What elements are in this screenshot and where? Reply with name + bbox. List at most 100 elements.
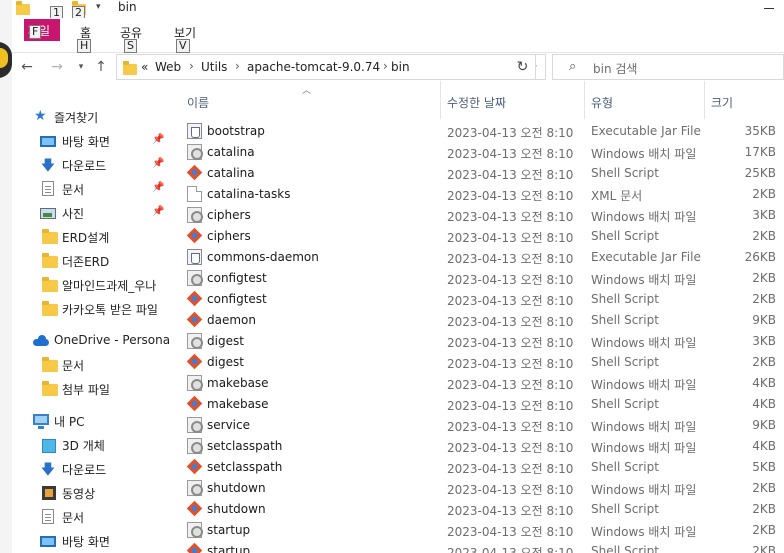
up-arrow-icon[interactable]: ↑ [92, 57, 110, 77]
quick-access-dropdown-icon[interactable]: ▾ [96, 2, 101, 12]
file-date: 2023-04-13 오전 8:10 [447, 378, 574, 392]
nav-folder-erd[interactable]: ERD설계 [12, 225, 170, 249]
breadcrumb-overflow[interactable]: « [141, 60, 148, 74]
keytip-home: H [77, 39, 92, 53]
nav-pc-desktop[interactable]: 바탕 화면 [12, 529, 170, 553]
file-row[interactable]: startup 2023-04-13 오전 8:10 Shell Script 2KB [170, 540, 784, 553]
address-bar[interactable]: « Web › Utils › apache-tomcat-9.0.74 › b… [116, 54, 546, 80]
nav-videos[interactable]: 동영상 [12, 481, 170, 505]
nav-onedrive-attachments[interactable]: 첨부 파일 [12, 377, 170, 401]
file-row[interactable]: startup 2023-04-13 오전 8:10 Windows 배치 파일 2K… [170, 519, 784, 540]
column-header-name[interactable]: ︿ 이름 [170, 81, 440, 119]
nav-pictures-pinned[interactable]: 사진 📌 [12, 201, 170, 225]
breadcrumb-separator[interactable]: › [383, 59, 388, 73]
column-header-size[interactable]: 크기 [704, 81, 784, 119]
batch-file-icon [187, 480, 203, 496]
quick-access-folder-icon[interactable] [16, 1, 30, 15]
recent-locations-chevron-icon[interactable]: ▾ [72, 57, 90, 77]
nav-label: 문서 [62, 183, 85, 197]
nav-desktop-pinned[interactable]: 바탕 화면 📌 [12, 129, 170, 153]
file-name: setclasspath [207, 439, 283, 453]
navigation-pane: ★ 즐겨찾기 바탕 화면 📌 🡇 다운로드 📌 문서 📌 사진 📌 ERD설계 … [12, 81, 170, 553]
nav-onedrive[interactable]: OneDrive - Personal [12, 329, 170, 353]
file-row[interactable]: configtest 2023-04-13 오전 8:10 Shell Script… [170, 288, 784, 309]
nav-label: OneDrive - Personal [54, 333, 170, 347]
column-header-date[interactable]: 수정한 날짜 [440, 81, 584, 119]
file-row[interactable]: setclasspath 2023-04-13 오전 8:10 Windows 배치… [170, 435, 784, 456]
file-type: Shell Script [591, 229, 659, 243]
background-window-edge [0, 0, 12, 553]
forward-arrow-icon[interactable]: → [48, 57, 66, 77]
file-row[interactable]: shutdown 2023-04-13 오전 8:10 Shell Script 2K… [170, 498, 784, 519]
file-size: 35KB [744, 124, 776, 138]
file-name: ciphers [207, 208, 251, 222]
nav-pc-downloads[interactable]: 🡇 다운로드 [12, 457, 170, 481]
nav-label: 카카오톡 받은 파일 [62, 303, 158, 317]
breadcrumb-bin[interactable]: bin [391, 60, 410, 74]
file-row[interactable]: ciphers 2023-04-13 오전 8:10 Shell Script 2KB [170, 225, 784, 246]
file-name: commons-daemon [207, 250, 319, 264]
pin-icon[interactable]: 📌 [152, 158, 164, 169]
file-row[interactable]: makebase 2023-04-13 오전 8:10 Windows 배치 파일 4… [170, 372, 784, 393]
file-name: shutdown [207, 502, 266, 516]
nav-documents-pinned[interactable]: 문서 📌 [12, 177, 170, 201]
nav-downloads-pinned[interactable]: 🡇 다운로드 📌 [12, 153, 170, 177]
breadcrumb-tomcat[interactable]: apache-tomcat-9.0.74 [247, 60, 380, 74]
batch-file-icon [187, 144, 203, 160]
file-name: makebase [207, 376, 269, 390]
file-row[interactable]: catalina 2023-04-13 오전 8:10 Shell Script 25… [170, 162, 784, 183]
nav-this-pc[interactable]: 내 PC [12, 409, 170, 433]
file-row[interactable]: digest 2023-04-13 오전 8:10 Windows 배치 파일 3KB [170, 330, 784, 351]
batch-file-icon [187, 522, 203, 538]
ribbon: 파일 F 홈 H 공유 S 보기 V [12, 18, 784, 53]
file-date: 2023-04-13 오전 8:10 [447, 231, 574, 245]
file-size: 2KB [752, 502, 776, 516]
breadcrumb-web[interactable]: Web [155, 60, 181, 74]
file-size: 26KB [744, 250, 776, 264]
file-row[interactable]: daemon 2023-04-13 오전 8:10 Shell Script 9KB [170, 309, 784, 330]
file-row[interactable]: configtest 2023-04-13 오전 8:10 Windows 배치 파… [170, 267, 784, 288]
minimize-icon[interactable] [764, 8, 774, 9]
file-row[interactable]: commons-daemon 2023-04-13 오전 8:10 Executab… [170, 246, 784, 267]
file-type: XML 문서 [591, 189, 643, 203]
file-row[interactable]: service 2023-04-13 오전 8:10 Windows 배치 파일 9K… [170, 414, 784, 435]
nav-quick-access[interactable]: ★ 즐겨찾기 [12, 105, 170, 129]
nav-folder-almind[interactable]: 알마인드과제_우나 [12, 273, 170, 297]
search-box[interactable]: ⌕ bin 검색 [552, 54, 784, 80]
pin-icon[interactable]: 📌 [152, 134, 164, 145]
breadcrumb-separator[interactable]: › [235, 59, 240, 73]
nav-label: 문서 [62, 359, 85, 373]
nav-pc-documents[interactable]: 문서 [12, 505, 170, 529]
file-row[interactable]: catalina 2023-04-13 오전 8:10 Windows 배치 파일 1… [170, 141, 784, 162]
star-icon: ★ [34, 108, 47, 124]
shell-script-icon [187, 501, 202, 517]
file-row[interactable]: makebase 2023-04-13 오전 8:10 Shell Script 4K… [170, 393, 784, 414]
nav-folder-kakaotalk[interactable]: 카카오톡 받은 파일 [12, 297, 170, 321]
pin-icon[interactable]: 📌 [152, 206, 164, 217]
pin-icon[interactable]: 📌 [152, 182, 164, 193]
file-row[interactable]: setclasspath 2023-04-13 오전 8:10 Shell Scri… [170, 456, 784, 477]
file-row[interactable]: catalina-tasks 2023-04-13 오전 8:10 XML 문서 2K… [170, 183, 784, 204]
nav-3d-objects[interactable]: 3D 개체 [12, 433, 170, 457]
column-header-type-label: 유형 [591, 96, 614, 110]
refresh-icon[interactable]: ↻ [510, 54, 536, 80]
file-row[interactable]: ciphers 2023-04-13 오전 8:10 Windows 배치 파일 3K… [170, 204, 784, 225]
address-folder-icon [123, 61, 137, 75]
batch-file-icon [187, 207, 203, 223]
file-row[interactable]: digest 2023-04-13 오전 8:10 Shell Script 2KB [170, 351, 784, 372]
breadcrumb-utils[interactable]: Utils [201, 60, 227, 74]
file-row[interactable]: bootstrap 2023-04-13 오전 8:10 Executable Ja… [170, 120, 784, 141]
breadcrumb-separator[interactable]: › [189, 59, 194, 73]
nav-folder-douzone-erd[interactable]: 더존ERD [12, 249, 170, 273]
nav-onedrive-documents[interactable]: 문서 [12, 353, 170, 377]
file-type: Shell Script [591, 544, 659, 553]
file-name: digest [207, 355, 244, 369]
file-type: Shell Script [591, 313, 659, 327]
file-row[interactable]: shutdown 2023-04-13 오전 8:10 Windows 배치 파일 2… [170, 477, 784, 498]
file-size: 3KB [752, 208, 776, 222]
file-date: 2023-04-13 오전 8:10 [447, 504, 574, 518]
file-size: 4KB [752, 439, 776, 453]
back-arrow-icon[interactable]: ← [18, 57, 36, 77]
column-header-type[interactable]: 유형 [584, 81, 704, 119]
file-size: 2KB [752, 229, 776, 243]
